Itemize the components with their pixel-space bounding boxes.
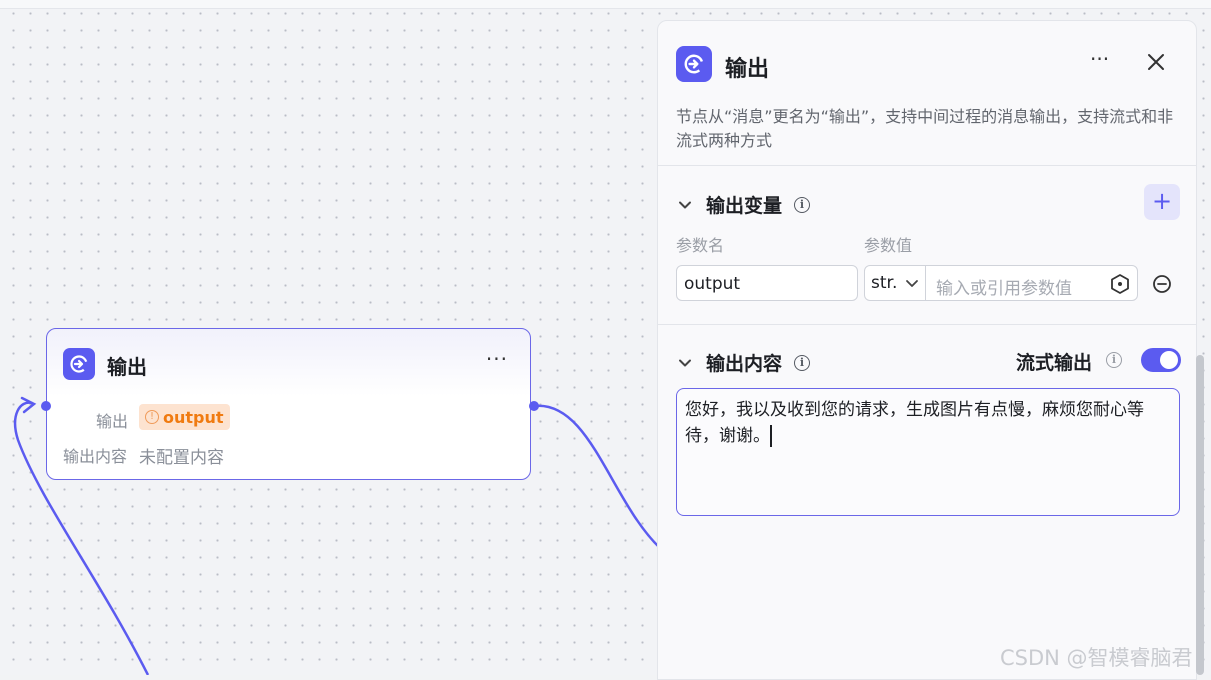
arrow-circle-icon — [684, 54, 704, 74]
variables-section-title: 输出变量 — [706, 195, 783, 217]
param-type-value: str. — [871, 273, 898, 293]
panel-title: 输出 — [725, 57, 770, 82]
chevron-down-icon[interactable] — [676, 196, 694, 214]
output-content-text: 您好，我以及收到您的请求，生成图片有点慢，麻烦您耐心等待，谢谢。 — [685, 400, 1144, 446]
input-port[interactable] — [41, 401, 51, 411]
output-node-icon — [63, 348, 95, 380]
edge-outgoing[interactable] — [533, 404, 661, 549]
variable-reference-icon[interactable] — [1109, 273, 1131, 295]
chevron-down-icon — [906, 280, 918, 287]
info-icon[interactable]: i — [794, 354, 811, 371]
content-section-title: 输出内容 — [706, 353, 783, 375]
param-value-column-label: 参数值 — [864, 236, 913, 255]
remove-variable-icon[interactable] — [1152, 274, 1172, 294]
panel-scrollbar[interactable] — [1196, 355, 1204, 675]
node-content-value: 未配置内容 — [139, 448, 224, 468]
stream-output-toggle[interactable] — [1141, 348, 1181, 372]
panel-node-icon — [676, 46, 712, 82]
node-title: 输出 — [107, 355, 147, 379]
node-output-tag: ! output — [139, 404, 230, 430]
output-node[interactable]: 输出 ··· 输出 ! output 输出内容 未配置内容 — [46, 328, 531, 480]
info-icon[interactable]: i — [794, 196, 811, 213]
warning-icon: ! — [145, 410, 159, 424]
node-content-label: 输出内容 — [63, 447, 128, 466]
stream-output-label: 流式输出 — [1016, 352, 1093, 374]
info-icon[interactable]: i — [1106, 352, 1122, 368]
divider — [658, 165, 1196, 166]
node-settings-panel: 输出 ··· 节点从“消息”更名为“输出”，支持中间过程的消息输出，支持流式和非… — [657, 20, 1197, 680]
panel-more-icon[interactable]: ··· — [1090, 47, 1109, 71]
panel-description: 节点从“消息”更名为“输出”，支持中间过程的消息输出，支持流式和非流式两种方式 — [676, 107, 1174, 150]
chevron-down-icon[interactable] — [676, 354, 694, 372]
arrow-circle-icon — [70, 355, 88, 373]
content-section-header[interactable]: 输出内容 i — [676, 349, 811, 376]
param-name-input[interactable]: output — [676, 265, 858, 301]
close-icon[interactable] — [1145, 51, 1167, 73]
param-type-select[interactable]: str. — [864, 265, 926, 301]
param-name-column-label: 参数名 — [676, 236, 725, 255]
variables-section-header[interactable]: 输出变量 i — [676, 191, 811, 218]
text-caret — [770, 425, 772, 447]
output-port[interactable] — [529, 401, 539, 411]
divider — [658, 324, 1196, 325]
node-output-label: 输出 — [96, 412, 129, 431]
param-value-input[interactable]: 输入或引用参数值 — [925, 265, 1138, 301]
node-output-tag-text: output — [163, 407, 224, 427]
node-more-icon[interactable]: ··· — [486, 347, 508, 371]
watermark: CSDN @智模睿脑君 — [1000, 646, 1193, 670]
add-variable-button[interactable]: + — [1144, 184, 1180, 220]
output-content-textarea[interactable]: 您好，我以及收到您的请求，生成图片有点慢，麻烦您耐心等待，谢谢。 — [676, 388, 1180, 516]
toggle-knob — [1160, 351, 1178, 369]
